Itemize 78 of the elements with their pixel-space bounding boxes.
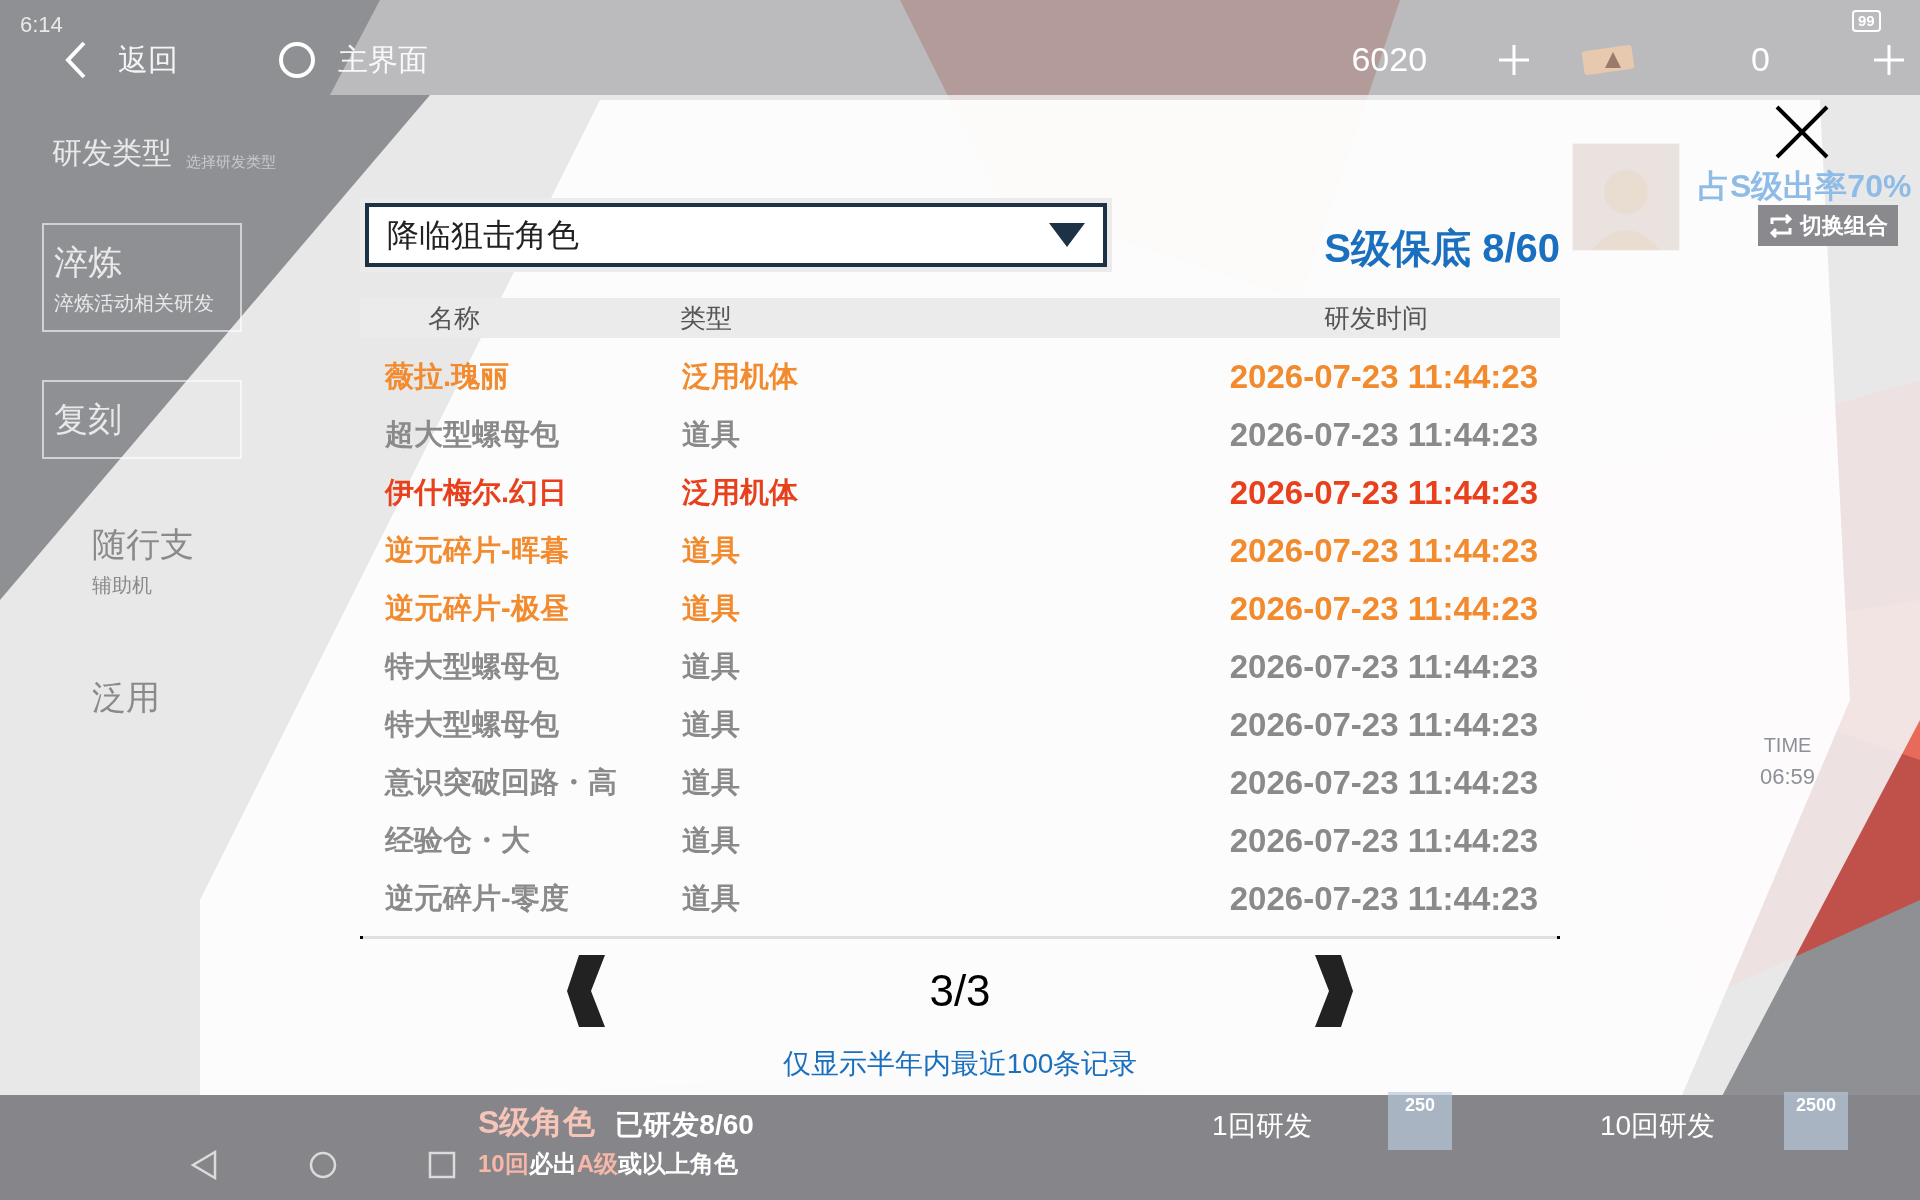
menu-item-title: 随行支 xyxy=(92,524,195,565)
menu-item[interactable]: 泛用 xyxy=(42,660,242,735)
draw-time: 2026-07-23 11:44:23 xyxy=(1229,415,1538,456)
progress-text: 已研发8/60 xyxy=(615,1108,754,1142)
draw-time: 2026-07-23 11:44:23 xyxy=(1229,821,1538,862)
item-type: 道具 xyxy=(682,417,740,453)
item-name: 超大型螺母包 xyxy=(385,417,560,453)
item-name: 特大型螺母包 xyxy=(385,649,560,685)
item-type: 道具 xyxy=(682,881,740,917)
circle-icon xyxy=(278,40,316,79)
record-note: 仅显示半年内最近100条记录 xyxy=(782,1047,1138,1081)
dropdown-arrow-icon xyxy=(1049,223,1085,247)
draw-time: 2026-07-23 11:44:23 xyxy=(1229,647,1538,688)
item-name: 意识突破回路・高 xyxy=(385,765,618,801)
add-button[interactable] xyxy=(1499,44,1530,75)
menu-item-title: 泛用 xyxy=(92,677,161,718)
close-icon xyxy=(1774,104,1830,160)
item-type: 道具 xyxy=(682,707,740,743)
menu-item[interactable]: 淬炼 淬炼活动相关研发 xyxy=(42,223,242,332)
ten-draw-button[interactable]: 10回研发 xyxy=(1600,1105,1716,1147)
plus-icon xyxy=(1499,44,1530,75)
single-draw-button[interactable]: 1回研发 xyxy=(1212,1105,1312,1147)
item-name: 薇拉.瑰丽 xyxy=(385,359,511,395)
menu-item-title: 淬炼 xyxy=(54,242,123,283)
item-name: 伊什梅尔.幻日 xyxy=(385,475,569,511)
nav-home-icon[interactable] xyxy=(308,1150,338,1180)
rank-label: S级角色 xyxy=(478,1103,596,1142)
item-type: 泛用机体 xyxy=(682,359,798,395)
cost-amount: 2500 xyxy=(1795,1094,1836,1117)
status-time: 6:14 xyxy=(20,11,63,39)
item-name: 经验仓・大 xyxy=(385,823,531,859)
nav-recents-icon[interactable] xyxy=(428,1151,456,1179)
column-header: 研发时间 xyxy=(1324,301,1428,335)
draw-time: 2026-07-23 11:44:23 xyxy=(1229,473,1538,514)
chevron-left-icon xyxy=(64,39,88,80)
draw-time: 2026-07-23 11:44:23 xyxy=(1229,589,1538,630)
item-type: 道具 xyxy=(682,765,740,801)
close-button[interactable] xyxy=(1774,104,1830,160)
add-button[interactable] xyxy=(1874,44,1904,75)
home-button[interactable]: 主界面 xyxy=(278,37,428,82)
item-type: 道具 xyxy=(682,823,740,859)
draw-time: 2026-07-23 11:44:23 xyxy=(1229,357,1538,398)
item-type: 道具 xyxy=(682,649,740,685)
menu-item[interactable]: 复刻 xyxy=(42,380,242,459)
nav-back-icon[interactable] xyxy=(190,1150,218,1180)
item-name: 逆元碎片-晖暮 xyxy=(385,533,570,569)
item-name: 逆元碎片-零度 xyxy=(385,881,570,917)
menu-item[interactable]: 随行支 辅助机 xyxy=(42,507,242,612)
item-name: 特大型螺母包 xyxy=(385,707,560,743)
rule-text: 10回必出A级或以上角色 xyxy=(478,1149,740,1179)
item-type: 泛用机体 xyxy=(682,475,798,511)
menu-item-subtitle: 辅助机 xyxy=(92,573,153,598)
menu-title: 研发类型 xyxy=(52,135,172,171)
menu-item-title: 复刻 xyxy=(54,399,123,440)
menu-item-subtitle: 淬炼活动相关研发 xyxy=(54,291,215,316)
rate-text: 占S级出率70% xyxy=(1698,167,1912,206)
column-header: 名称 xyxy=(428,301,481,335)
page-indicator: 3/3 xyxy=(929,965,991,1017)
draw-time: 2026-07-23 11:44:23 xyxy=(1229,531,1538,572)
battery-level: 99 xyxy=(1852,10,1881,32)
pity-counter: S级保底 8/60 xyxy=(1324,225,1560,272)
draw-time: 2026-07-23 11:44:23 xyxy=(1229,705,1538,746)
timer-label: TIME xyxy=(1763,733,1812,758)
column-header: 类型 xyxy=(680,301,732,335)
plus-icon xyxy=(1874,44,1904,75)
timer-value: 06:59 xyxy=(1760,763,1816,791)
pool-dropdown[interactable]: 降临狙击角色 xyxy=(365,203,1107,267)
item-type: 道具 xyxy=(682,533,740,569)
currency-amount: 6020 xyxy=(1351,39,1428,80)
back-button[interactable]: 返回 xyxy=(64,37,178,82)
item-name: 逆元碎片-极昼 xyxy=(385,591,570,627)
swap-icon xyxy=(1768,213,1794,238)
draw-time: 2026-07-23 11:44:23 xyxy=(1229,763,1538,804)
ticket-count: 0 xyxy=(1751,39,1770,80)
item-type: 道具 xyxy=(682,591,740,627)
draw-time: 2026-07-23 11:44:23 xyxy=(1229,879,1538,920)
cost-amount: 250 xyxy=(1404,1094,1435,1117)
switch-button[interactable]: 切换组合 xyxy=(1758,205,1898,246)
